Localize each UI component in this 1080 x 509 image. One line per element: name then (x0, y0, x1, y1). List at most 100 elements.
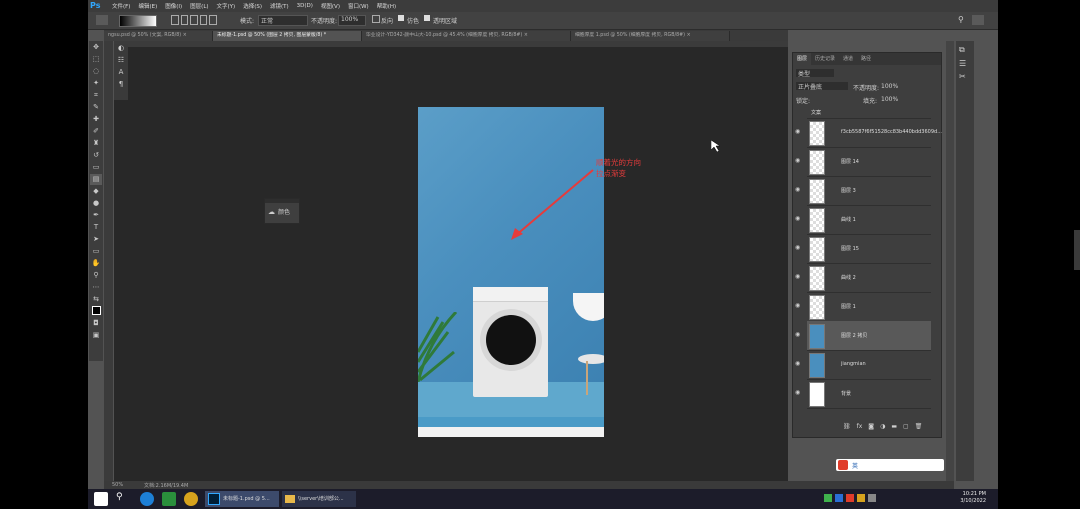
visibility-eye-icon[interactable]: ◉ (795, 186, 803, 194)
gradient-tool-icon[interactable]: ▤ (90, 174, 102, 185)
visibility-eye-icon[interactable]: ◉ (795, 389, 803, 397)
shape-tool-icon[interactable]: ▭ (90, 246, 102, 257)
visibility-eye-icon[interactable]: ◉ (795, 331, 803, 339)
layer-row[interactable]: ◉ 图层 3 (795, 176, 931, 206)
adjustment-icon[interactable]: ◑ (880, 423, 885, 430)
new-layer-icon[interactable]: ▢ (903, 423, 909, 430)
swap-colors-icon[interactable]: ⇆ (90, 294, 102, 305)
dither-checkbox[interactable] (398, 15, 404, 21)
opacity-input[interactable]: 100% (338, 15, 366, 26)
taskbar-photoshop[interactable]: 未标题-1.psd @ 5... (205, 491, 279, 507)
right-edge-handle[interactable] (1074, 230, 1080, 270)
layer-row[interactable]: ◉ 背景 (795, 379, 931, 409)
menu-filter[interactable]: 滤镜(T) (270, 2, 289, 10)
layer-row[interactable]: ◉ 图层 2 拷贝 (795, 321, 931, 351)
color-floating-panel[interactable]: ☁ 颜色 (264, 198, 300, 224)
tab-graduation-design[interactable]: 毕业设计-YD342-颜中山大-10.psd @ 45.4% (细胞厚度 拷贝,… (362, 31, 571, 41)
menu-image[interactable]: 图像(I) (165, 2, 182, 10)
visibility-eye-icon[interactable]: ◉ (795, 360, 803, 368)
media-icon[interactable] (162, 492, 176, 506)
tab-paths[interactable]: 路径 (857, 53, 875, 65)
tray-yellow-icon[interactable] (857, 494, 865, 502)
type-tool-icon[interactable]: T (90, 222, 102, 233)
history-brush-icon[interactable]: ↺ (90, 150, 102, 161)
hand-tool-icon[interactable]: ✋ (90, 258, 102, 269)
visibility-eye-icon[interactable]: ◉ (795, 244, 803, 252)
adjust-icon[interactable]: ☷ (114, 56, 128, 68)
search-icon[interactable]: ⚲ (958, 15, 964, 24)
menu-view[interactable]: 视图(V) (321, 2, 340, 10)
tray-sogou-icon[interactable] (846, 494, 854, 502)
menu-select[interactable]: 选择(S) (243, 2, 262, 10)
reverse-checkbox[interactable] (372, 15, 380, 23)
eyedropper-tool-icon[interactable]: ✎ (90, 102, 102, 113)
dodge-tool-icon[interactable]: ● (90, 198, 102, 209)
tab-cell-thickness[interactable]: 细胞厚度 1.psd @ 50% (细胞厚度 拷贝, RGB/8#) × (571, 31, 730, 41)
transparency-checkbox[interactable] (424, 15, 430, 21)
link-icon[interactable]: ⛓ (843, 423, 851, 430)
properties-icon[interactable]: ☰ (959, 59, 971, 68)
menu-type[interactable]: 文字(Y) (217, 2, 236, 10)
eraser-tool-icon[interactable]: ▭ (90, 162, 102, 173)
visibility-eye-icon[interactable]: ◉ (795, 128, 803, 136)
workspace-icon[interactable] (972, 15, 984, 25)
blend-mode-select[interactable]: 正片叠底 (796, 82, 848, 91)
libraries-icon[interactable]: ⧉ (959, 45, 971, 55)
tray-network-icon[interactable] (835, 494, 843, 502)
visibility-eye-icon[interactable]: ◉ (795, 215, 803, 223)
magic-wand-tool-icon[interactable]: ✦ (90, 78, 102, 89)
tray-volume-icon[interactable] (868, 494, 876, 502)
linear-gradient-icon[interactable] (171, 15, 179, 25)
tools-icon[interactable]: ✂ (959, 72, 971, 81)
lasso-tool-icon[interactable]: ◌ (90, 66, 102, 77)
fx-icon[interactable]: fx (857, 423, 863, 430)
fill-value[interactable]: 100% (881, 96, 898, 103)
visibility-eye-icon[interactable]: ◉ (795, 273, 803, 281)
menu-help[interactable]: 帮助(H) (377, 2, 396, 10)
pen-tool-icon[interactable]: ✒ (90, 210, 102, 221)
layer-row[interactable]: ◉ f3cb5587f6f51528cc83b440bdd3609d... (795, 118, 942, 148)
tab-channels[interactable]: 通道 (839, 53, 857, 65)
blur-tool-icon[interactable]: ◆ (90, 186, 102, 197)
brush-tool-icon[interactable]: ✐ (90, 126, 102, 137)
ime-mode[interactable]: 英 (852, 461, 858, 470)
healing-tool-icon[interactable]: ✚ (90, 114, 102, 125)
trash-icon[interactable]: 🗑 (915, 423, 923, 430)
color-wheel-icon[interactable]: ◐ (114, 44, 128, 56)
layer-row[interactable]: ◉ 曲线 1 (795, 205, 931, 235)
menu-layer[interactable]: 图层(L) (190, 2, 208, 10)
canvas-scrollbar[interactable] (946, 41, 954, 481)
layer-row[interactable]: ◉ jiangmian (795, 350, 931, 380)
menu-3d[interactable]: 3D(D) (297, 3, 313, 9)
edge-icon[interactable] (140, 492, 154, 506)
layer-row[interactable]: ◉ 曲线 2 (795, 263, 931, 293)
search-taskbar-icon[interactable]: ⚲ (116, 492, 130, 506)
chrome-icon[interactable] (184, 492, 198, 506)
marquee-tool-icon[interactable]: ⬚ (90, 54, 102, 65)
tray-app-icon[interactable] (824, 494, 832, 502)
tab-untitled-1[interactable]: 未标题-1.psd @ 50% (图层 2 拷贝, 图层蒙版/8) * (213, 31, 362, 41)
screen-mode-icon[interactable]: ▣ (90, 330, 102, 341)
character-icon[interactable]: A (114, 68, 128, 80)
crop-tool-icon[interactable]: ⌗ (90, 90, 102, 101)
angle-gradient-icon[interactable] (190, 15, 198, 25)
visibility-eye-icon[interactable]: ◉ (795, 157, 803, 165)
layer-kind-filter[interactable]: 类型 (796, 69, 834, 78)
menu-window[interactable]: 窗口(W) (348, 2, 369, 10)
stamp-tool-icon[interactable]: ♜ (90, 138, 102, 149)
quick-mask-icon[interactable]: ◘ (90, 318, 102, 329)
tool-preset-icon[interactable] (96, 15, 108, 25)
windows-start-icon[interactable] (94, 492, 108, 506)
ime-toolbar[interactable]: 英 (836, 459, 944, 471)
layer-row[interactable]: ◉ 图层 15 (795, 234, 931, 264)
gradient-preview[interactable] (119, 15, 157, 27)
zoom-tool-icon[interactable]: ⚲ (90, 270, 102, 281)
radial-gradient-icon[interactable] (180, 15, 189, 25)
tab-layers[interactable]: 图层 (793, 53, 812, 65)
layer-row[interactable]: ◉ 图层 1 (795, 292, 931, 322)
move-tool-icon[interactable]: ✥ (90, 42, 102, 53)
reflected-gradient-icon[interactable] (199, 15, 208, 25)
taskbar-clock[interactable]: 10:21 PM 3/10/2022 (952, 491, 986, 505)
layer-opacity-value[interactable]: 100% (881, 83, 898, 90)
paragraph-icon[interactable]: ¶ (114, 80, 128, 92)
